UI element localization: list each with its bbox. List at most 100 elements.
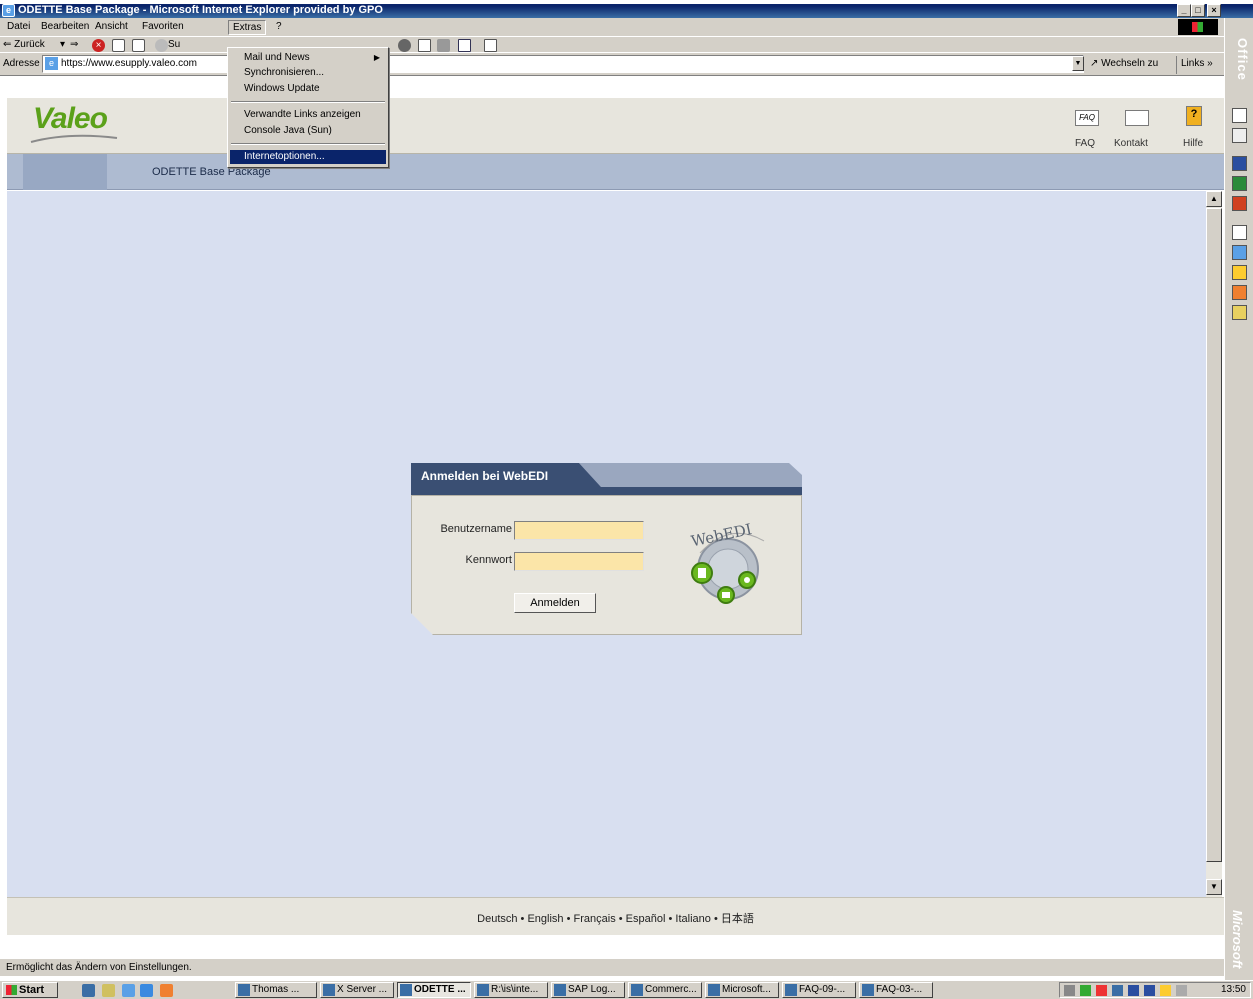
valeo-logo[interactable]: Valeo: [33, 102, 108, 136]
tray-icon[interactable]: [1176, 985, 1187, 996]
scroll-down-button[interactable]: ▼: [1206, 879, 1222, 895]
stop-icon[interactable]: ×: [92, 39, 105, 52]
refresh-icon[interactable]: [112, 39, 125, 52]
address-label: Adresse: [3, 58, 40, 69]
help-icon[interactable]: ?: [1186, 106, 1202, 126]
menu-item-synchronisieren[interactable]: Synchronisieren...: [230, 66, 386, 80]
scroll-up-button[interactable]: ▲: [1206, 191, 1222, 207]
ie-icon: e: [2, 4, 15, 17]
task-item[interactable]: FAQ-03-...: [859, 982, 933, 998]
media-icon[interactable]: [398, 39, 411, 52]
lang-italiano[interactable]: Italiano: [675, 913, 710, 925]
window-title-bar[interactable]: e ODETTE Base Package - Microsoft Intern…: [0, 0, 1253, 18]
search-button[interactable]: Su: [168, 39, 180, 50]
task-item[interactable]: X Server ...: [320, 982, 394, 998]
home-icon[interactable]: [132, 39, 145, 52]
shortcut-icon[interactable]: [1232, 225, 1247, 240]
windows-flag-icon: [1192, 22, 1203, 32]
outlook-icon[interactable]: [140, 984, 153, 997]
shortcut-icon[interactable]: [1232, 265, 1247, 280]
address-input[interactable]: e https://www.esupply.valeo.com: [42, 55, 1084, 73]
language-indicator-icon[interactable]: [1144, 985, 1155, 996]
tray-icon[interactable]: [1080, 985, 1091, 996]
menu-ansicht[interactable]: Ansicht: [91, 20, 132, 35]
lang-separator: •: [517, 913, 528, 925]
go-button[interactable]: ↗ Wechseln zu: [1090, 58, 1158, 69]
task-item[interactable]: R:\is\inte...: [474, 982, 548, 998]
explorer-icon[interactable]: [102, 984, 115, 997]
tray-icon[interactable]: [1096, 985, 1107, 996]
ie-icon[interactable]: [1232, 245, 1247, 260]
address-dropdown-button[interactable]: ▼: [1072, 56, 1084, 71]
menu-separator: [231, 143, 385, 145]
password-input[interactable]: [514, 552, 644, 571]
search-icon[interactable]: [155, 39, 168, 52]
lang-japanese[interactable]: 日本語: [721, 913, 754, 925]
menu-extras[interactable]: Extras: [228, 20, 267, 35]
contact-icon[interactable]: [1125, 110, 1149, 126]
word-edit-icon[interactable]: [458, 39, 471, 52]
firefox-icon[interactable]: [160, 984, 173, 997]
menu-bearbeiten[interactable]: Bearbeiten: [37, 20, 93, 35]
mail-icon[interactable]: [418, 39, 431, 52]
task-item[interactable]: Microsoft...: [705, 982, 779, 998]
maximize-button[interactable]: □: [1191, 4, 1205, 17]
powerpoint-icon[interactable]: [1232, 196, 1247, 211]
menu-help[interactable]: ?: [272, 20, 286, 35]
tray-icon[interactable]: [1128, 985, 1139, 996]
lang-deutsch[interactable]: Deutsch: [477, 913, 517, 925]
shortcut-icon[interactable]: [1232, 108, 1247, 123]
minimize-button[interactable]: _: [1177, 4, 1191, 17]
discuss-icon[interactable]: [484, 39, 497, 52]
menu-item-mail-und-news[interactable]: Mail und News ▶: [230, 51, 386, 65]
username-input[interactable]: [514, 521, 644, 540]
task-item[interactable]: SAP Log...: [551, 982, 625, 998]
tray-icon[interactable]: [1112, 985, 1123, 996]
scroll-thumb[interactable]: [1206, 208, 1222, 862]
task-label: Commerc...: [645, 984, 697, 995]
back-dropdown[interactable]: ▾: [60, 39, 65, 50]
task-item[interactable]: Commerc...: [628, 982, 702, 998]
shortcut-icon[interactable]: [1232, 128, 1247, 143]
ie-icon[interactable]: [122, 984, 135, 997]
word-icon[interactable]: [1232, 156, 1247, 171]
task-label: ODETTE ...: [414, 984, 466, 995]
start-button[interactable]: Start: [2, 982, 58, 998]
faq-icon[interactable]: FAQ: [1075, 110, 1099, 126]
status-text: Ermöglicht das Ändern von Einstellungen.: [6, 962, 192, 973]
lang-separator: •: [665, 913, 676, 925]
lang-francais[interactable]: Français: [574, 913, 616, 925]
lang-espanol[interactable]: Español: [626, 913, 666, 925]
desktop-icon[interactable]: [82, 984, 95, 997]
excel-icon[interactable]: [1232, 176, 1247, 191]
logo-swoosh: [30, 134, 118, 143]
taskbar: Start Thomas ... X Server ... ODETTE ...…: [0, 980, 1253, 999]
clock[interactable]: 13:50: [1221, 984, 1246, 995]
close-button[interactable]: ×: [1207, 4, 1221, 17]
print-icon[interactable]: [437, 39, 450, 52]
key-icon[interactable]: [1232, 305, 1247, 320]
menu-item-windows-update[interactable]: Windows Update: [230, 82, 386, 96]
lang-english[interactable]: English: [527, 913, 563, 925]
windows-logo-throbber: [1178, 19, 1218, 35]
task-item[interactable]: Thomas ...: [235, 982, 317, 998]
login-button[interactable]: Anmelden: [514, 593, 596, 613]
menu-item-console-java[interactable]: Console Java (Sun): [230, 124, 386, 138]
vertical-scrollbar[interactable]: ▲ ▼: [1206, 191, 1222, 897]
menu-item-verwandte-links[interactable]: Verwandte Links anzeigen: [230, 108, 386, 122]
tray-icon[interactable]: [1064, 985, 1075, 996]
forward-button[interactable]: ⇒: [70, 39, 78, 50]
menu-separator: [231, 101, 385, 103]
help-link[interactable]: Hilfe: [1183, 138, 1203, 149]
contact-link[interactable]: Kontakt: [1114, 138, 1148, 149]
faq-link[interactable]: FAQ: [1075, 138, 1095, 149]
firefox-icon[interactable]: [1232, 285, 1247, 300]
back-button[interactable]: ⇐ Zurück: [3, 39, 45, 50]
menu-datei[interactable]: Datei: [3, 20, 34, 35]
task-item[interactable]: FAQ-09-...: [782, 982, 856, 998]
tray-icon[interactable]: [1160, 985, 1171, 996]
menu-favoriten[interactable]: Favoriten: [138, 20, 188, 35]
task-item-active[interactable]: ODETTE ...: [397, 982, 471, 998]
menu-item-internetoptionen[interactable]: Internetoptionen...: [230, 150, 386, 164]
links-toolbar[interactable]: Links »: [1176, 56, 1217, 74]
